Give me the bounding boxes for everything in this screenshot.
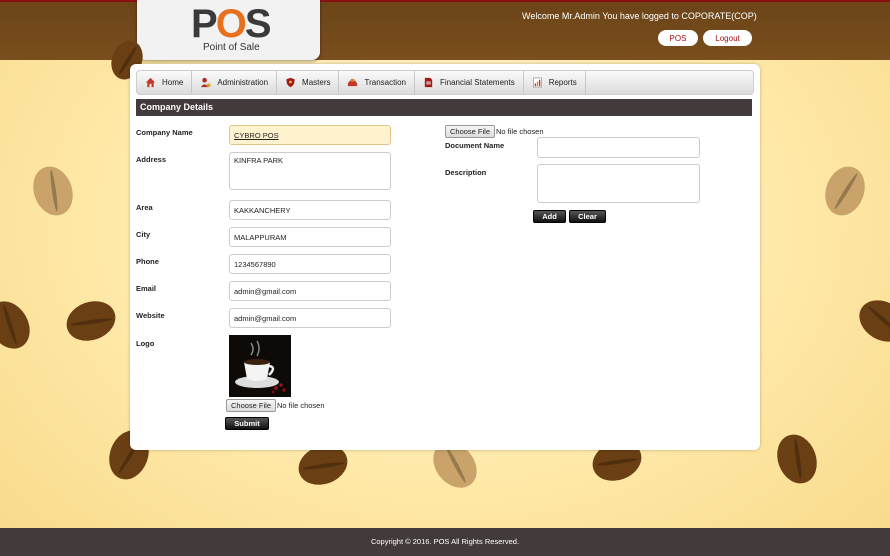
welcome-message: Welcome Mr.Admin You have logged to COPO… (522, 11, 757, 21)
document-icon (424, 77, 433, 88)
nav-masters[interactable]: Masters (277, 71, 340, 94)
address-label: Address (136, 155, 167, 164)
logo-choose-file-button[interactable]: Choose File (226, 399, 277, 412)
nav-reports[interactable]: Reports (524, 71, 586, 94)
city-input[interactable] (229, 227, 391, 247)
document-file-status: No file chosen (496, 127, 544, 136)
clear-button[interactable]: Clear (569, 210, 606, 223)
nav-financial-statements-label: Financial Statements (439, 78, 515, 87)
email-input[interactable] (229, 281, 391, 301)
nav-home[interactable]: Home (137, 71, 193, 94)
nav-masters-label: Masters (302, 78, 331, 87)
logo-box: POS Point of Sale (137, 0, 320, 60)
main-navigation: Home Administration Masters Transaction … (136, 70, 754, 95)
logout-button[interactable]: Logout (703, 30, 752, 46)
nav-transaction-label: Transaction (364, 78, 406, 87)
add-button[interactable]: Add (533, 210, 566, 223)
section-title: Company Details (136, 99, 752, 116)
email-label: Email (136, 284, 157, 293)
submit-button[interactable]: Submit (225, 417, 269, 430)
nav-reports-label: Reports (548, 78, 577, 87)
website-label: Website (136, 311, 165, 320)
website-input[interactable] (229, 308, 391, 328)
coffee-bean-decoration (770, 429, 824, 489)
report-icon (532, 77, 542, 88)
coffee-bean-decoration (0, 293, 38, 357)
nav-administration[interactable]: Administration (192, 71, 278, 94)
description-label: Description (445, 168, 487, 177)
nav-administration-label: Administration (217, 78, 269, 87)
pos-logo: POS (191, 2, 271, 46)
coffee-bean-decoration (61, 294, 121, 348)
main-panel: Home Administration Masters Transaction … (130, 64, 760, 450)
phone-label: Phone (136, 257, 159, 266)
company-logo-image (229, 335, 291, 397)
tray-icon (348, 78, 358, 87)
address-textarea[interactable]: KINFRA PARK (229, 152, 391, 190)
company-name-input[interactable] (229, 125, 391, 145)
logo-file-status: No file chosen (277, 401, 325, 410)
user-icon (201, 77, 211, 88)
document-name-input[interactable] (537, 137, 700, 158)
footer-copyright: Copyright © 2016. POS All Rights Reserve… (0, 528, 890, 556)
pos-button[interactable]: POS (658, 30, 698, 46)
nav-financial-statements[interactable]: Financial Statements (415, 71, 524, 94)
shield-icon (286, 77, 295, 88)
logo-subtitle: Point of Sale (203, 42, 260, 53)
document-name-label: Document Name (445, 141, 505, 150)
area-input[interactable] (229, 200, 391, 220)
coffee-bean-decoration (26, 161, 80, 221)
company-name-label: Company Name (136, 128, 193, 137)
coffee-bean-decoration (851, 292, 890, 350)
home-icon (145, 77, 156, 88)
nav-transaction[interactable]: Transaction (339, 71, 415, 94)
coffee-bean-decoration (818, 161, 872, 221)
description-textarea[interactable] (537, 164, 700, 203)
area-label: Area (136, 203, 153, 212)
coffee-cup-icon (229, 335, 291, 397)
logo-label: Logo (136, 339, 155, 348)
phone-input[interactable] (229, 254, 391, 274)
document-choose-file-button[interactable]: Choose File (445, 125, 496, 138)
nav-home-label: Home (162, 78, 184, 87)
city-label: City (136, 230, 151, 239)
